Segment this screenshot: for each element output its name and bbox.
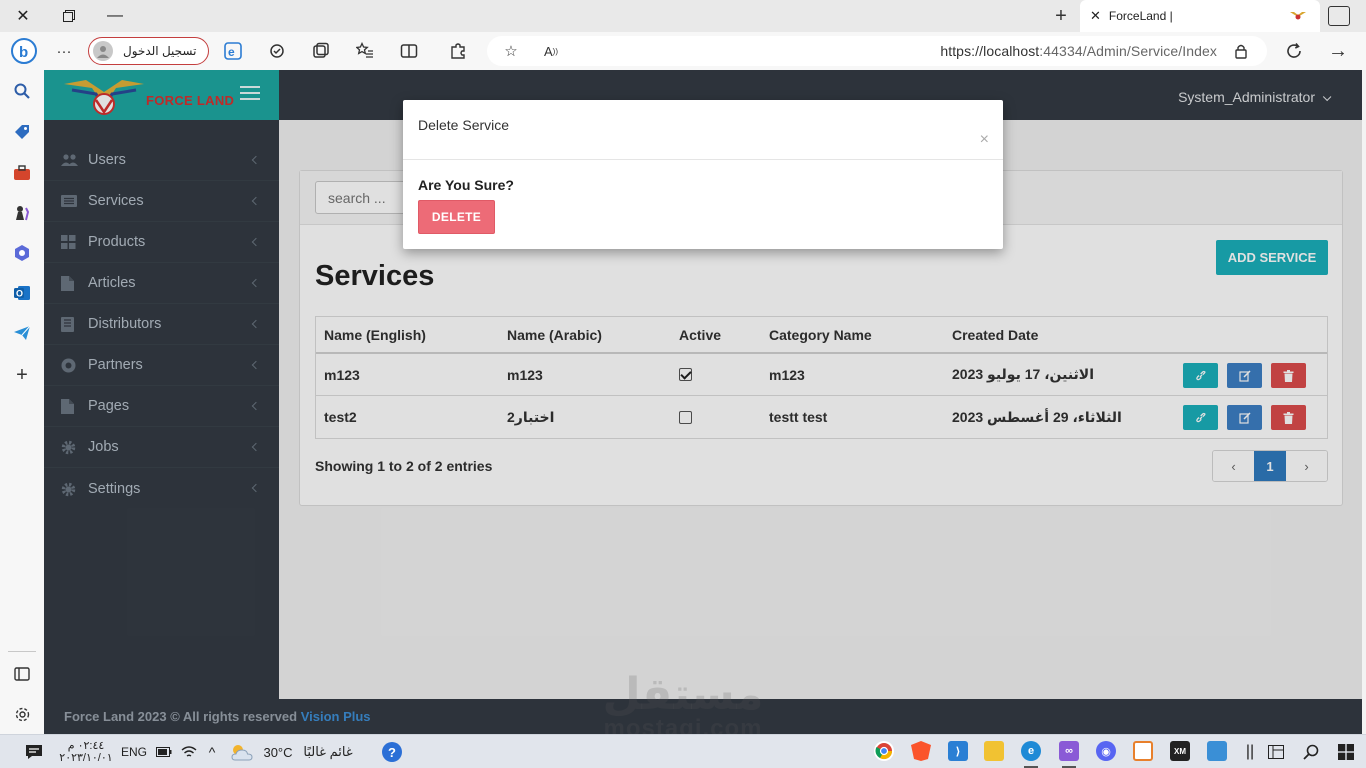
visual-studio-icon[interactable]: ∞ (1059, 741, 1079, 761)
svg-text:b: b (19, 44, 28, 61)
lock-icon[interactable] (1229, 39, 1253, 63)
delete-service-modal: Delete Service × Are You Sure? DELETE (403, 100, 1003, 249)
discord-icon[interactable]: ◉ (1096, 741, 1116, 761)
taskbar-search-icon[interactable] (1301, 740, 1321, 764)
svg-text:e: e (228, 45, 235, 59)
close-window-icon[interactable]: ✕ (0, 0, 46, 32)
browser-tab-active[interactable]: ✕ ForceLand | (1080, 0, 1320, 32)
extensions-icon[interactable] (446, 39, 470, 63)
chrome-icon[interactable] (874, 741, 894, 761)
clock-date: ٢٠٢٣/١٠/٠١ (59, 752, 113, 764)
extensions-puzzle-icon[interactable] (265, 39, 289, 63)
xm-app-icon[interactable]: XM (1170, 741, 1190, 761)
new-tab-button[interactable]: + (1046, 0, 1076, 32)
tools-briefcase-icon[interactable] (11, 162, 33, 184)
vscode-icon[interactable]: ⟩ (948, 741, 968, 761)
add-sidebar-app-icon[interactable]: + (11, 364, 33, 386)
chevron-up-icon[interactable]: ^ (204, 740, 220, 764)
svg-text:O: O (16, 289, 23, 299)
settings-gear-icon[interactable] (11, 703, 33, 725)
favorite-star-icon[interactable]: ☆ (499, 39, 523, 63)
browser-tab-bar: ✕ — + ✕ ForceLand | (0, 0, 1366, 32)
weather-text[interactable]: غائم غالبًا (300, 740, 356, 764)
wifi-icon[interactable] (180, 740, 198, 764)
battery-icon[interactable] (155, 740, 173, 764)
games-chess-icon[interactable] (11, 202, 33, 224)
minimize-window-icon[interactable]: — (92, 0, 138, 32)
favorites-list-icon[interactable] (353, 39, 377, 63)
rail-divider (8, 651, 36, 652)
svg-text:?: ? (388, 745, 396, 760)
split-screen-icon[interactable] (397, 39, 421, 63)
modal-header: Delete Service × (403, 100, 1003, 160)
windows-start-icon[interactable] (1336, 740, 1356, 764)
widgets-icon[interactable] (1266, 740, 1286, 764)
ie-mode-icon[interactable]: e (221, 39, 245, 63)
tab-title: ForceLand | (1108, 9, 1173, 23)
forceland-favicon-icon (1290, 12, 1306, 20)
forward-arrow-icon[interactable]: → (1326, 39, 1350, 63)
task-view-icon[interactable]: || (1241, 740, 1259, 764)
modal-title: Delete Service (418, 117, 510, 133)
read-aloud-icon[interactable]: A)) (539, 39, 563, 63)
collections-icon[interactable] (309, 39, 333, 63)
search-icon[interactable] (11, 80, 33, 102)
notifications-icon[interactable] (22, 740, 46, 764)
signin-label: تسجيل الدخول (123, 44, 197, 58)
clock[interactable]: ٠٢:٤٤ م ٢٠٢٣/١٠/٠١ (56, 740, 116, 764)
weather-cloud-icon[interactable] (228, 740, 256, 764)
browser-toolbar: b ··· تسجيل الدخول e ☆ A)) https://local… (0, 32, 1366, 70)
help-icon[interactable]: ? (380, 740, 404, 764)
language-indicator[interactable]: ENG (120, 740, 148, 764)
address-bar[interactable]: ☆ A)) https://localhost:44334/Admin/Serv… (487, 36, 1267, 66)
windows-taskbar: ٠٢:٤٤ م ٢٠٢٣/١٠/٠١ ENG ^ 30°C غائم غالبً… (0, 734, 1366, 768)
edge-icon[interactable]: e (1021, 741, 1041, 761)
temperature[interactable]: 30°C (260, 740, 296, 764)
file-explorer-icon[interactable] (984, 741, 1004, 761)
hide-sidebar-icon[interactable] (11, 663, 33, 685)
profile-avatar-icon (93, 41, 113, 61)
brave-icon[interactable] (911, 741, 931, 761)
restore-window-icon[interactable] (46, 0, 92, 32)
monitor-app-icon[interactable] (1207, 741, 1227, 761)
url-text: https://localhost:44334/Admin/Service/In… (940, 43, 1217, 59)
tab-actions-icon[interactable] (1328, 6, 1350, 26)
app-hexagon-icon[interactable] (1133, 741, 1153, 761)
close-icon[interactable]: × (980, 132, 989, 148)
more-options-icon[interactable]: ··· (52, 39, 76, 63)
edge-sidebar: O + (0, 70, 44, 734)
microsoft365-icon[interactable] (11, 242, 33, 264)
confirm-question: Are You Sure? (418, 177, 514, 193)
outlook-icon[interactable]: O (11, 282, 33, 304)
refresh-icon[interactable] (1282, 39, 1306, 63)
signin-button[interactable]: تسجيل الدخول (88, 37, 209, 65)
close-tab-icon[interactable]: ✕ (1090, 8, 1101, 24)
send-telegram-icon[interactable] (11, 322, 33, 344)
bing-icon[interactable]: b (10, 37, 38, 65)
clock-time: ٠٢:٤٤ م (67, 740, 105, 752)
shopping-tag-icon[interactable] (11, 121, 33, 143)
confirm-delete-button[interactable]: DELETE (418, 200, 495, 234)
